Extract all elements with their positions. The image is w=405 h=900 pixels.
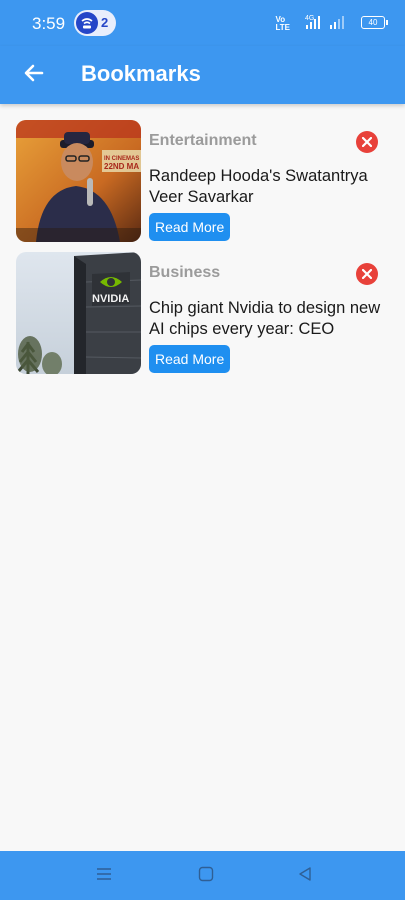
bookmark-list: IN CINEMAS 22ND MA Entertainment Randeep… <box>0 120 405 384</box>
read-more-button[interactable]: Read More <box>149 345 231 373</box>
battery-icon: 40 <box>361 16 388 29</box>
sign-text: NVIDIA <box>92 293 129 305</box>
close-icon <box>362 137 372 147</box>
app-bar: Bookmarks <box>0 46 405 104</box>
system-nav-bar <box>0 851 405 900</box>
article-headline: Randeep Hooda's Swatantrya Veer Savarkar <box>149 167 368 206</box>
article-category: Entertainment <box>149 132 257 149</box>
bookmark-card: NVIDIA Business Chip giant Nvidia to des… <box>0 252 405 374</box>
article-category: Business <box>149 264 221 281</box>
status-time: 3:59 <box>32 14 66 33</box>
remove-bookmark-button[interactable] <box>356 131 378 153</box>
article-headline: Chip giant Nvidia to design new AI chips… <box>149 299 381 338</box>
notification-pill[interactable]: 2 <box>74 10 116 36</box>
svg-text:4G: 4G <box>305 15 314 22</box>
signal-4g-icon: 4G <box>305 15 320 29</box>
home-icon[interactable] <box>198 866 214 882</box>
page-title: Bookmarks <box>81 61 201 86</box>
wifi-hotspot-icon <box>76 12 98 34</box>
bookmark-card: IN CINEMAS 22ND MA Entertainment Randeep… <box>0 120 405 242</box>
article-thumbnail[interactable]: NVIDIA <box>16 252 141 374</box>
read-more-button[interactable]: Read More <box>149 213 231 241</box>
back-triangle-icon[interactable] <box>297 866 313 882</box>
remove-bookmark-button[interactable] <box>356 263 378 285</box>
back-button[interactable] <box>18 60 48 90</box>
status-bar: 3:59 2 Vo LTE 4G 40 <box>0 0 405 46</box>
arrow-left-icon <box>24 64 44 82</box>
menu-icon[interactable] <box>96 866 112 882</box>
svg-text:22ND MA: 22ND MA <box>104 162 139 171</box>
notification-count: 2 <box>101 15 109 30</box>
volte-label: Vo LTE <box>275 15 290 32</box>
signal-icon <box>330 16 344 29</box>
article-thumbnail[interactable]: IN CINEMAS 22ND MA <box>16 120 141 242</box>
close-icon <box>362 269 372 279</box>
